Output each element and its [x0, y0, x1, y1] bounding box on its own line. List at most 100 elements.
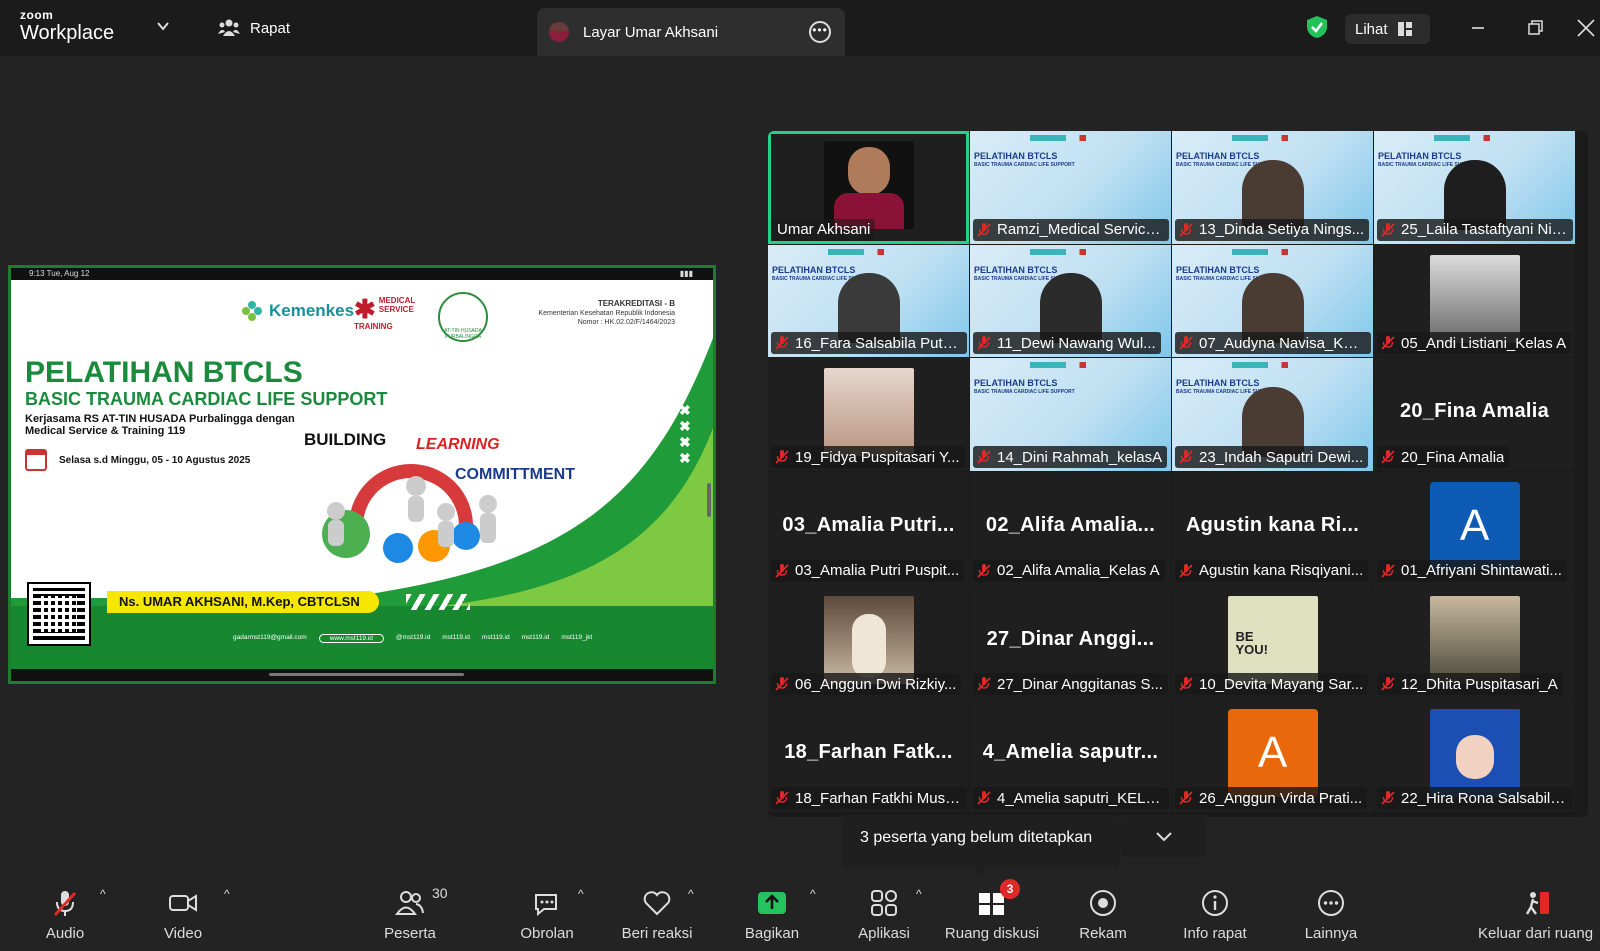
- participant-name: 20_Fina Amalia: [1401, 448, 1505, 466]
- audio-button[interactable]: Audio: [15, 875, 115, 942]
- participant-tile[interactable]: 22_Hira Rona Salsabila...: [1374, 699, 1575, 813]
- avatar: [549, 22, 569, 42]
- participant-tile[interactable]: 16_Fara Salsabila Putri...: [768, 244, 969, 358]
- participant-name-label: 11_Dewi Nawang Wul...: [973, 332, 1161, 355]
- audio-options-caret[interactable]: ^: [100, 887, 106, 901]
- participant-tile[interactable]: 20_Fina Amalia 20_Fina Amalia: [1374, 358, 1575, 472]
- participant-tile[interactable]: BE YOU! 10_Devita Mayang Sar...: [1172, 585, 1373, 699]
- participant-name-label: Agustin kana Risqiyani...: [1175, 559, 1369, 582]
- video-button[interactable]: Video: [133, 875, 233, 942]
- footer-twitter: mst119.id: [481, 634, 510, 641]
- participant-tile[interactable]: 14_Dini Rahmah_kelasA: [970, 358, 1171, 472]
- participant-display-name: 27_Dinar Anggi...: [986, 627, 1155, 650]
- participant-display-name: 03_Amalia Putri...: [782, 514, 955, 537]
- more-label: Lainnya: [1304, 925, 1358, 942]
- participant-tile[interactable]: Agustin kana Ri... Agustin kana Risqiyani…: [1172, 472, 1373, 585]
- accr-line-1: Kementerian Kesehatan Republik Indonesia: [538, 310, 675, 317]
- leave-button[interactable]: Keluar dari ruang: [1478, 875, 1600, 942]
- participant-name-label: 20_Fina Amalia: [1377, 446, 1510, 469]
- participant-tile[interactable]: 23_Indah Saputri Dewi...: [1172, 358, 1373, 472]
- avatar: A: [1227, 709, 1318, 798]
- heart-icon: [643, 891, 671, 916]
- breakout-rooms-button[interactable]: Ruang diskusi: [932, 875, 1052, 942]
- participant-tile[interactable]: Ramzi_Medical Service...: [970, 131, 1171, 244]
- participant-tile[interactable]: 02_Alifa Amalia... 02_Alifa Amalia_Kelas …: [970, 472, 1171, 585]
- apps-options-caret[interactable]: ^: [916, 887, 922, 901]
- mic-muted-icon: [775, 677, 789, 692]
- meeting-info-button[interactable]: Info rapat: [1165, 875, 1265, 942]
- mst119-logo: ✱ MEDICAL SERVICE TRAINING: [354, 296, 415, 331]
- gallery-page-chevron[interactable]: [1121, 815, 1206, 857]
- participant-tile[interactable]: 12_Dhita Puspitasari_A: [1374, 585, 1575, 699]
- video-options-caret[interactable]: ^: [224, 887, 230, 901]
- accr-line-2: Nomor : HK.02.02/F/1464/2023: [577, 319, 675, 326]
- screen-share-tab[interactable]: Layar Umar Akhsani •••: [537, 8, 845, 56]
- share-screen-button[interactable]: Bagikan: [722, 875, 822, 942]
- participant-tile[interactable]: 03_Amalia Putri... 03_Amalia Putri Puspit…: [768, 472, 969, 585]
- chat-button[interactable]: Obrolan: [497, 875, 597, 942]
- apps-label: Aplikasi: [858, 925, 910, 942]
- slide-title: PELATIHAN BTCLS: [25, 356, 303, 389]
- participant-tile[interactable]: 25_Laila Tastaftyani Ningr...: [1374, 131, 1575, 244]
- participant-name: 10_Devita Mayang Sar...: [1199, 675, 1364, 693]
- participant-name: 26_Anggun Virda Prati...: [1199, 789, 1363, 807]
- meeting-menu-button[interactable]: Rapat: [218, 18, 290, 38]
- participant-name-label: Ramzi_Medical Service...: [973, 218, 1169, 241]
- mic-muted-icon: [775, 791, 789, 805]
- react-button[interactable]: Beri reaksi: [607, 875, 707, 942]
- mic-muted-icon: [977, 450, 991, 464]
- meeting-label: Rapat: [250, 19, 291, 37]
- record-label: Rekam: [1079, 925, 1127, 942]
- info-icon: [1202, 890, 1228, 916]
- view-button[interactable]: Lihat: [1345, 14, 1430, 44]
- gears-teamwork-illustration: [322, 464, 497, 563]
- participant-name: 25_Laila Tastaftyani Ningr...: [1401, 221, 1568, 239]
- participant-name-label: 19_Fidya Puspitasari Y...: [771, 446, 965, 469]
- more-button[interactable]: Lainnya: [1281, 875, 1381, 942]
- logo-small-text: zoom: [20, 8, 54, 22]
- participant-tile[interactable]: 06_Anggun Dwi Rizkiy...: [768, 585, 969, 699]
- atin-text: AT-TIN HUSADA PURBALINGGA: [444, 328, 482, 340]
- more-icon: [1318, 890, 1344, 916]
- more-options-icon[interactable]: •••: [809, 21, 831, 43]
- participant-tile[interactable]: A 01_Afriyani Shintawati...: [1374, 472, 1575, 585]
- slide-logos: [1232, 135, 1322, 141]
- restore-icon[interactable]: [1521, 14, 1549, 42]
- split-resize-handle[interactable]: [707, 483, 711, 517]
- qr-code: [27, 582, 91, 646]
- logo-big-text: Workplace: [20, 22, 115, 44]
- participant-display-name: 20_Fina Amalia: [1399, 400, 1550, 423]
- participant-tile[interactable]: 13_Dinda Setiya Nings...: [1172, 131, 1373, 244]
- participant-tile[interactable]: 18_Farhan Fatk... 18_Farhan Fatkhi Musy..…: [768, 699, 969, 813]
- slide-footer-contacts: gadarmst119@gmail.com www.mst119.id @mst…: [233, 634, 592, 643]
- leave-label: Keluar dari ruang: [1478, 925, 1594, 942]
- x-marks-decoration: ✖ ✖ ✖ ✖: [679, 402, 691, 466]
- participant-tile[interactable]: 4_Amelia saputr... 4_Amelia saputri_KELA.…: [970, 699, 1171, 813]
- participant-name-label: 18_Farhan Fatkhi Musy...: [771, 787, 967, 810]
- react-options-caret[interactable]: ^: [688, 887, 694, 901]
- share-options-caret[interactable]: ^: [810, 887, 816, 901]
- participant-tile[interactable]: 05_Andi Listiani_Kelas A: [1374, 244, 1575, 358]
- record-icon: [1090, 890, 1116, 916]
- participant-name-label: 03_Amalia Putri Puspit...: [771, 559, 965, 582]
- participant-tile[interactable]: A 26_Anggun Virda Prati...: [1172, 699, 1373, 813]
- chat-options-caret[interactable]: ^: [578, 887, 584, 901]
- participant-tile[interactable]: Umar Akhsani: [768, 131, 969, 244]
- participant-name-label: 14_Dini Rahmah_kelasA: [973, 446, 1168, 469]
- atin-husada-logo: AT-TIN HUSADA PURBALINGGA: [438, 292, 488, 342]
- participant-tile[interactable]: 19_Fidya Puspitasari Y...: [768, 358, 969, 472]
- participant-tile[interactable]: 07_Audyna Navisa_Kel...: [1172, 244, 1373, 358]
- unassigned-participants-popup[interactable]: 3 peserta yang belum ditetapkan: [842, 815, 1119, 875]
- participant-tile[interactable]: 11_Dewi Nawang Wul...: [970, 244, 1171, 358]
- minimize-icon[interactable]: [1464, 14, 1492, 42]
- video-camera-icon: [169, 894, 197, 912]
- zoom-logo[interactable]: zoom Workplace: [20, 9, 114, 43]
- chevron-down-icon[interactable]: [155, 18, 171, 34]
- record-button[interactable]: Rekam: [1053, 875, 1153, 942]
- presenter-name: Ns. UMAR AKHSANI, M.Kep, CBTCLSN: [107, 591, 379, 613]
- close-icon[interactable]: [1572, 14, 1600, 42]
- participant-tile[interactable]: 27_Dinar Anggi... 27_Dinar Anggitanas S..…: [970, 585, 1171, 699]
- apps-button[interactable]: Aplikasi: [834, 875, 934, 942]
- footer-facebook: mst119.id: [442, 634, 470, 641]
- security-shield-icon[interactable]: [1306, 15, 1328, 39]
